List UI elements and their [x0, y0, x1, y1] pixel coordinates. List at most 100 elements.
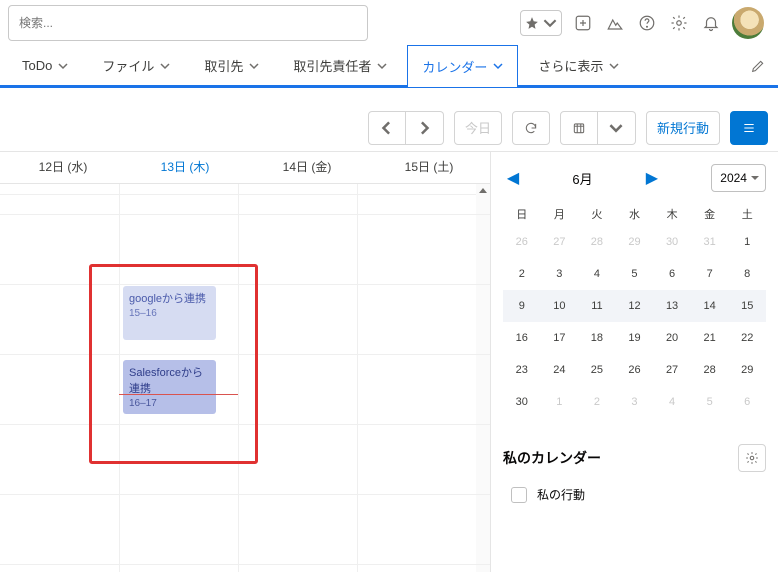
mini-cal-day[interactable]: 26: [616, 354, 654, 386]
tab-calendar[interactable]: カレンダー: [407, 45, 518, 87]
tab-label: 取引先: [204, 56, 243, 75]
tab-label: カレンダー: [422, 57, 487, 76]
prev-period-button[interactable]: [368, 111, 406, 145]
day-header: 12日 (水): [2, 152, 124, 183]
mini-cal-day[interactable]: 7: [691, 258, 729, 290]
mini-cal-day[interactable]: 26: [503, 226, 541, 258]
mini-cal-day[interactable]: 30: [653, 226, 691, 258]
view-switcher-dropdown[interactable]: [598, 111, 636, 145]
chevron-down-icon: [160, 61, 170, 71]
mini-cal-day[interactable]: 27: [541, 226, 579, 258]
tab-more[interactable]: さらに表示: [524, 45, 633, 87]
tab-todo[interactable]: ToDo: [8, 45, 82, 87]
mini-cal-day[interactable]: 23: [503, 354, 541, 386]
day-header: 14日 (金): [246, 152, 368, 183]
annotation-highlight-box: [89, 264, 258, 464]
tab-accounts[interactable]: 取引先: [190, 45, 273, 87]
mini-cal-day[interactable]: 3: [616, 386, 654, 418]
side-panel-toggle[interactable]: [730, 111, 768, 145]
user-avatar[interactable]: [732, 7, 764, 39]
mini-cal-prev[interactable]: ◀: [503, 168, 523, 188]
object-tab-bar: ToDo ファイル 取引先 取引先責任者 カレンダー さらに表示: [0, 46, 778, 88]
tab-label: さらに表示: [538, 56, 603, 75]
mini-cal-day[interactable]: 10: [541, 290, 579, 322]
mini-cal-day[interactable]: 15: [728, 290, 766, 322]
mini-cal-day[interactable]: 11: [578, 290, 616, 322]
chevron-down-icon: [609, 61, 619, 71]
mini-cal-day[interactable]: 6: [728, 386, 766, 418]
mini-cal-year-select[interactable]: 2024: [711, 164, 766, 192]
mini-cal-day[interactable]: 31: [691, 226, 729, 258]
mini-cal-day[interactable]: 30: [503, 386, 541, 418]
weekday-label: 日: [503, 202, 541, 226]
weekday-label: 月: [541, 202, 579, 226]
view-switcher-button[interactable]: [560, 111, 598, 145]
mini-cal-day[interactable]: 1: [728, 226, 766, 258]
mini-cal-day[interactable]: 4: [578, 258, 616, 290]
mini-cal-day[interactable]: 2: [503, 258, 541, 290]
next-period-button[interactable]: [406, 111, 444, 145]
mini-cal-day[interactable]: 5: [691, 386, 729, 418]
mini-cal-day[interactable]: 4: [653, 386, 691, 418]
mini-cal-day[interactable]: 29: [616, 226, 654, 258]
weekday-label: 水: [616, 202, 654, 226]
chevron-down-icon: [377, 61, 387, 71]
mini-cal-next[interactable]: ▶: [642, 168, 662, 188]
favorites-button[interactable]: [520, 10, 562, 36]
tab-contacts[interactable]: 取引先責任者: [279, 45, 401, 87]
global-search-input[interactable]: [8, 5, 368, 41]
mini-cal-day[interactable]: 6: [653, 258, 691, 290]
chevron-down-icon: [543, 16, 557, 30]
mini-cal-day[interactable]: 24: [541, 354, 579, 386]
today-button[interactable]: 今日: [454, 111, 502, 145]
mini-cal-day[interactable]: 22: [728, 322, 766, 354]
star-icon: [525, 16, 539, 30]
chevron-down-icon: [493, 61, 503, 71]
notifications-bell-icon[interactable]: [700, 12, 722, 34]
weekday-label: 火: [578, 202, 616, 226]
add-icon[interactable]: [572, 12, 594, 34]
mini-cal-day[interactable]: 17: [541, 322, 579, 354]
mini-cal-day[interactable]: 18: [578, 322, 616, 354]
mini-cal-day[interactable]: 5: [616, 258, 654, 290]
tab-label: ファイル: [102, 56, 154, 75]
mini-cal-day[interactable]: 19: [616, 322, 654, 354]
my-events-label: 私の行動: [537, 486, 585, 503]
tab-files[interactable]: ファイル: [88, 45, 184, 87]
mini-cal-day[interactable]: 28: [578, 226, 616, 258]
trailhead-icon[interactable]: [604, 12, 626, 34]
mini-cal-day[interactable]: 16: [503, 322, 541, 354]
mini-cal-day[interactable]: 29: [728, 354, 766, 386]
mini-cal-day[interactable]: 8: [728, 258, 766, 290]
mini-cal-day[interactable]: 9: [503, 290, 541, 322]
mini-cal-day[interactable]: 27: [653, 354, 691, 386]
weekday-label: 金: [691, 202, 729, 226]
my-calendars-settings[interactable]: [738, 444, 766, 472]
new-event-button[interactable]: 新規行動: [646, 111, 720, 145]
weekday-label: 木: [653, 202, 691, 226]
mini-cal-day[interactable]: 21: [691, 322, 729, 354]
mini-cal-day[interactable]: 28: [691, 354, 729, 386]
scroll-up-arrow[interactable]: [476, 184, 490, 572]
tab-label: ToDo: [22, 58, 52, 73]
mini-cal-day[interactable]: 13: [653, 290, 691, 322]
mini-cal-day[interactable]: 12: [616, 290, 654, 322]
setup-gear-icon[interactable]: [668, 12, 690, 34]
mini-cal-day[interactable]: 1: [541, 386, 579, 418]
day-header: 15日 (土): [368, 152, 490, 183]
mini-cal-month: 6月: [572, 169, 592, 188]
edit-nav-icon[interactable]: [750, 58, 766, 74]
refresh-button[interactable]: [512, 111, 550, 145]
mini-cal-day[interactable]: 3: [541, 258, 579, 290]
my-calendars-heading: 私のカレンダー: [503, 448, 601, 468]
tab-label: 取引先責任者: [293, 56, 371, 75]
my-events-checkbox[interactable]: [511, 487, 527, 503]
weekday-label: 土: [728, 202, 766, 226]
mini-cal-day[interactable]: 2: [578, 386, 616, 418]
chevron-down-icon: [58, 61, 68, 71]
day-header: 13日 (木): [124, 152, 246, 183]
mini-cal-day[interactable]: 20: [653, 322, 691, 354]
mini-cal-day[interactable]: 25: [578, 354, 616, 386]
mini-cal-day[interactable]: 14: [691, 290, 729, 322]
help-icon[interactable]: [636, 12, 658, 34]
